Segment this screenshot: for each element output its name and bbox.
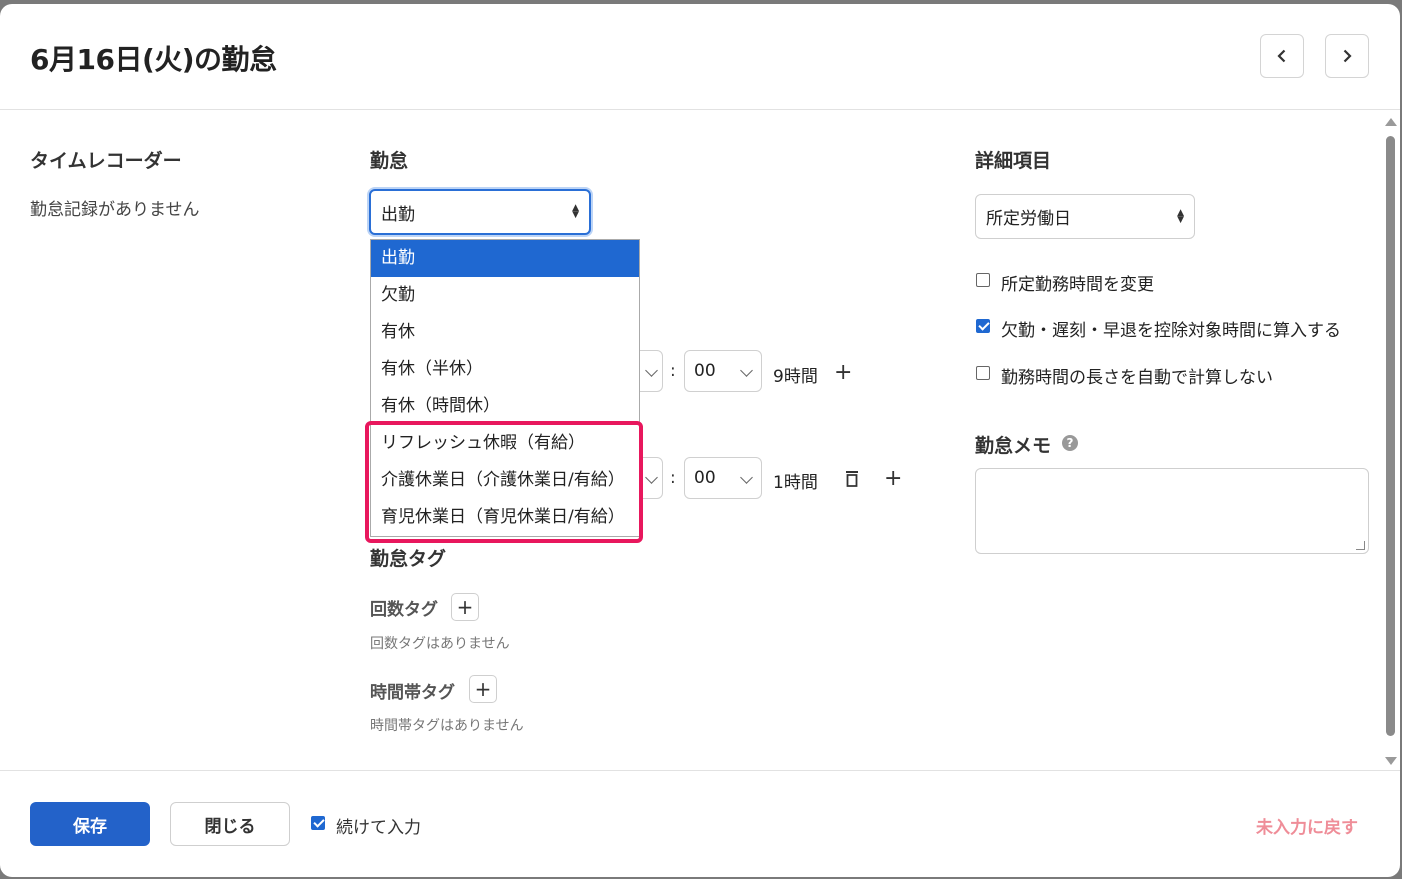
chevron-down-icon [645, 471, 658, 484]
resize-handle-icon[interactable] [1356, 541, 1365, 550]
attendance-type-value: 出勤 [381, 204, 415, 225]
scrollbar[interactable] [1384, 114, 1397, 769]
add-time-tag-button[interactable]: + [469, 675, 497, 703]
next-day-button[interactable] [1325, 34, 1369, 78]
work-minutes-value: 00 [694, 361, 716, 381]
break-duration: 1時間 [773, 473, 818, 493]
attendance-type-dropdown[interactable]: 出勤 欠勤 有休 有休（半休） 有休（時間休） リフレッシュ休暇（有給） 介護休… [370, 239, 640, 537]
no-auto-calc-checkbox[interactable] [976, 366, 990, 380]
attendance-heading: 勤怠 [370, 150, 409, 172]
help-icon[interactable]: ? [1062, 435, 1078, 451]
updown-arrows-icon: ▲ ▼ [572, 203, 579, 220]
add-count-tag-button[interactable]: + [451, 593, 479, 621]
plus-icon: + [474, 677, 492, 701]
chevron-down-icon [740, 471, 753, 484]
trash-icon[interactable] [844, 470, 860, 488]
count-tag-empty: 回数タグはありません [370, 636, 510, 652]
time-colon: : [670, 468, 676, 488]
option-item[interactable]: 出勤 [371, 240, 639, 277]
option-item[interactable]: 介護休業日（介護休業日/有給） [371, 462, 639, 499]
modal-footer: 保存 閉じる 続けて入力 未入力に戻す [0, 770, 1400, 877]
break-minutes-value: 00 [694, 468, 716, 488]
add-break-time-button[interactable]: + [884, 468, 902, 490]
no-auto-calc-label: 勤務時間の長さを自動で計算しない [1001, 368, 1273, 388]
break-minutes-select[interactable]: 00 [684, 457, 762, 499]
scroll-thumb[interactable] [1386, 136, 1395, 736]
reset-link[interactable]: 未入力に戻す [1256, 813, 1358, 838]
modal-body: タイムレコーダー 勤怠記録がありません 勤怠 出勤 ▲ ▼ : 00 9時間 + … [0, 110, 1380, 770]
deduction-checkbox[interactable] [976, 319, 990, 333]
change-schedule-label: 所定勤務時間を変更 [1001, 275, 1154, 295]
timerecorder-empty: 勤怠記録がありません [30, 200, 200, 220]
page-title: 6月16日(火)の勤怠 [30, 43, 277, 76]
count-tag-heading: 回数タグ [370, 600, 438, 620]
scroll-up-icon[interactable] [1385, 118, 1397, 126]
continue-input-checkbox[interactable] [311, 816, 325, 830]
close-button[interactable]: 閉じる [170, 802, 290, 846]
updown-arrows-icon: ▲ ▼ [1177, 207, 1184, 225]
option-item[interactable]: 有休（半休） [371, 351, 639, 388]
option-item[interactable]: リフレッシュ休暇（有給） [371, 425, 639, 462]
option-item[interactable]: 育児休業日（育児休業日/有給） [371, 499, 639, 536]
work-minutes-select[interactable]: 00 [684, 350, 762, 392]
attendance-type-select[interactable]: 出勤 ▲ ▼ [369, 189, 591, 235]
memo-textarea[interactable] [975, 468, 1369, 554]
continue-input-label: 続けて入力 [336, 818, 421, 838]
time-colon: : [670, 361, 676, 381]
change-schedule-checkbox[interactable] [976, 273, 990, 287]
modal-header: 6月16日(火)の勤怠 [0, 4, 1400, 110]
time-tag-heading: 時間帯タグ [370, 683, 455, 703]
option-item[interactable]: 有休 [371, 314, 639, 351]
chevron-left-icon [1277, 49, 1286, 63]
option-item[interactable]: 欠勤 [371, 277, 639, 314]
scroll-down-icon[interactable] [1385, 757, 1397, 765]
prev-day-button[interactable] [1260, 34, 1304, 78]
chevron-down-icon [740, 364, 753, 377]
timerecorder-heading: タイムレコーダー [30, 150, 182, 172]
day-type-value: 所定労働日 [986, 209, 1071, 229]
save-button[interactable]: 保存 [30, 802, 150, 846]
plus-icon: + [456, 595, 474, 619]
chevron-down-icon [645, 364, 658, 377]
deduction-label: 欠勤・遅刻・早退を控除対象時間に算入する [1001, 321, 1341, 341]
add-work-time-button[interactable]: + [834, 362, 852, 384]
work-duration: 9時間 [773, 367, 818, 387]
tags-heading: 勤怠タグ [370, 548, 447, 570]
attendance-modal: 6月16日(火)の勤怠 タイムレコーダー 勤怠記録がありません 勤怠 出勤 ▲ ▼… [0, 4, 1400, 877]
chevron-right-icon [1343, 49, 1352, 63]
memo-heading: 勤怠メモ [975, 435, 1052, 457]
option-item[interactable]: 有休（時間休） [371, 388, 639, 425]
time-tag-empty: 時間帯タグはありません [370, 718, 524, 734]
day-type-select[interactable]: 所定労働日 ▲ ▼ [975, 194, 1195, 239]
details-heading: 詳細項目 [975, 150, 1052, 172]
